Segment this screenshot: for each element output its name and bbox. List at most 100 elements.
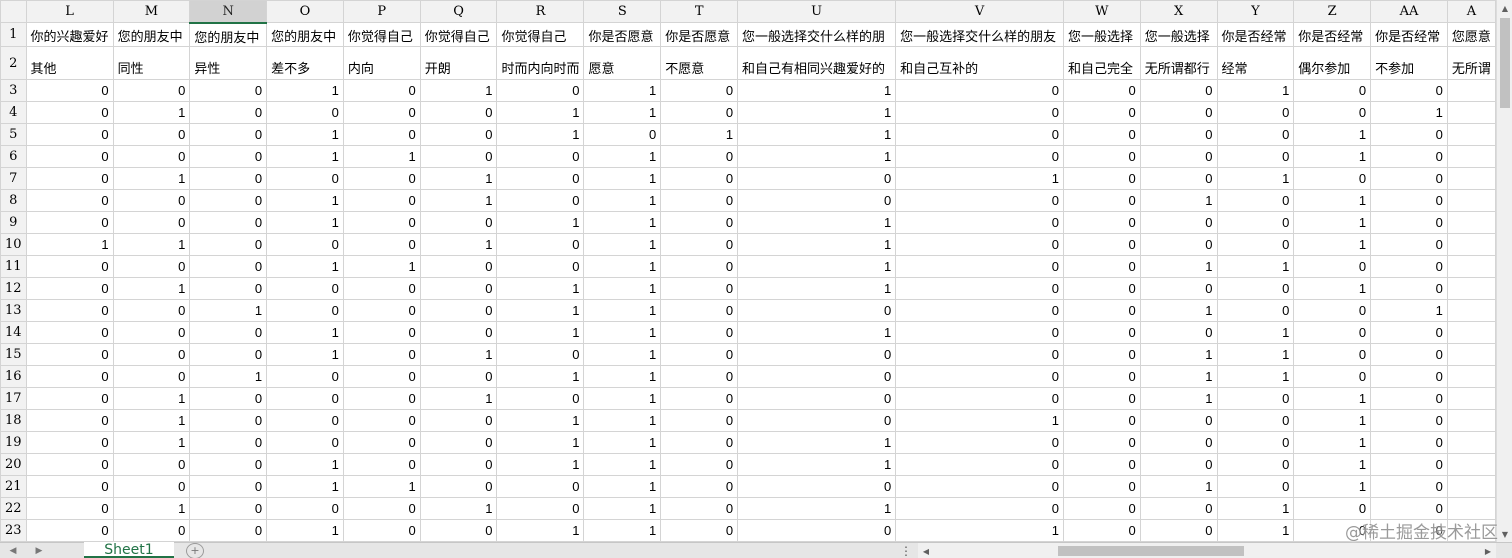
- cell-u[interactable]: 1: [737, 431, 897, 454]
- cell-p[interactable]: 1: [342, 475, 421, 498]
- cell-a[interactable]: [1446, 321, 1496, 344]
- cell-t[interactable]: 0: [660, 167, 739, 190]
- cell-o[interactable]: 0: [266, 365, 344, 388]
- cell-u[interactable]: 1: [737, 497, 897, 520]
- cell-u[interactable]: 0: [737, 299, 897, 322]
- cell-s[interactable]: 1: [583, 167, 662, 190]
- cell-v[interactable]: 0: [895, 189, 1064, 212]
- cell-a[interactable]: 您愿意: [1446, 22, 1496, 47]
- cell-u[interactable]: 0: [737, 343, 897, 366]
- cell-w[interactable]: 0: [1062, 431, 1141, 454]
- scroll-down-arrow-icon[interactable]: ▼: [1497, 526, 1512, 542]
- cell-n[interactable]: 您的朋友中: [189, 22, 268, 47]
- cell-m[interactable]: 1: [112, 101, 191, 124]
- cell-n[interactable]: 0: [189, 519, 268, 542]
- vertical-scrollbar[interactable]: ▲ ▼: [1496, 0, 1512, 542]
- cell-q[interactable]: 0: [419, 211, 498, 234]
- row-header[interactable]: 14: [0, 321, 27, 344]
- cell-v[interactable]: 0: [895, 123, 1064, 146]
- cell-w[interactable]: 0: [1062, 475, 1141, 498]
- cell-q[interactable]: 1: [419, 387, 498, 410]
- cell-o[interactable]: 0: [266, 101, 344, 124]
- cell-y[interactable]: 1: [1216, 255, 1295, 278]
- cell-n[interactable]: 0: [189, 277, 268, 300]
- column-header-v[interactable]: V: [895, 0, 1064, 23]
- cell-t[interactable]: 0: [660, 497, 739, 520]
- row-header[interactable]: 20: [0, 453, 27, 476]
- cell-x[interactable]: 0: [1139, 79, 1218, 102]
- cell-z[interactable]: 1: [1293, 145, 1372, 168]
- cell-x[interactable]: 0: [1139, 123, 1218, 146]
- cell-z[interactable]: 0: [1293, 255, 1372, 278]
- column-header-p[interactable]: P: [342, 0, 421, 23]
- cell-w[interactable]: 0: [1062, 79, 1141, 102]
- cell-a[interactable]: [1446, 453, 1496, 476]
- cell-l[interactable]: 0: [25, 255, 114, 278]
- column-header-s[interactable]: S: [583, 0, 662, 23]
- cell-z[interactable]: 1: [1293, 431, 1372, 454]
- cell-n[interactable]: 0: [189, 255, 268, 278]
- cell-o[interactable]: 1: [266, 475, 344, 498]
- cell-o[interactable]: 0: [266, 387, 344, 410]
- cell-z[interactable]: 1: [1293, 475, 1372, 498]
- cell-a[interactable]: [1446, 497, 1496, 520]
- cell-u[interactable]: 0: [737, 387, 897, 410]
- cell-o[interactable]: 1: [266, 519, 344, 542]
- cell-x[interactable]: 0: [1139, 497, 1218, 520]
- sheet-tab-sheet1[interactable]: Sheet1: [84, 542, 174, 558]
- cell-m[interactable]: 0: [112, 475, 191, 498]
- cell-z[interactable]: 1: [1293, 409, 1372, 432]
- cell-q[interactable]: 0: [419, 123, 498, 146]
- cell-t[interactable]: 0: [660, 365, 739, 388]
- cell-l[interactable]: 0: [25, 519, 114, 542]
- spreadsheet-grid[interactable]: L M N O P Q R S T U V W X Y Z AA A 1 你的兴趣爱好 您的朋友中 您的朋友中 您的朋友…: [0, 0, 1496, 542]
- cell-r[interactable]: 1: [496, 277, 585, 300]
- cell-p[interactable]: 0: [342, 277, 421, 300]
- cell-r[interactable]: 0: [496, 475, 585, 498]
- cell-n[interactable]: 异性: [189, 46, 268, 80]
- cell-q[interactable]: 开朗: [419, 46, 498, 80]
- cell-r[interactable]: 0: [496, 343, 585, 366]
- cell-aa[interactable]: 0: [1370, 211, 1448, 234]
- cell-s[interactable]: 1: [583, 277, 662, 300]
- cell-t[interactable]: 0: [660, 431, 739, 454]
- cell-l[interactable]: 0: [25, 299, 114, 322]
- cell-aa[interactable]: 1: [1370, 299, 1448, 322]
- cell-a[interactable]: [1446, 211, 1496, 234]
- cell-r[interactable]: 0: [496, 233, 585, 256]
- cell-u[interactable]: 1: [737, 145, 897, 168]
- cell-z[interactable]: 0: [1293, 365, 1372, 388]
- cell-l[interactable]: 0: [25, 475, 114, 498]
- cell-s[interactable]: 1: [583, 321, 662, 344]
- cell-s[interactable]: 1: [583, 365, 662, 388]
- cell-a[interactable]: [1446, 431, 1496, 454]
- cell-m[interactable]: 1: [112, 387, 191, 410]
- cell-p[interactable]: 0: [342, 343, 421, 366]
- cell-q[interactable]: 1: [419, 79, 498, 102]
- cell-a[interactable]: [1446, 233, 1496, 256]
- cell-a[interactable]: [1446, 365, 1496, 388]
- row-header[interactable]: 16: [0, 365, 27, 388]
- row-header[interactable]: 2: [0, 46, 27, 80]
- cell-s[interactable]: 1: [583, 387, 662, 410]
- cell-n[interactable]: 1: [189, 365, 268, 388]
- cell-y[interactable]: 0: [1216, 145, 1295, 168]
- cell-t[interactable]: 0: [660, 255, 739, 278]
- cell-v[interactable]: 1: [895, 167, 1064, 190]
- cell-y[interactable]: 0: [1216, 277, 1295, 300]
- cell-m[interactable]: 0: [112, 343, 191, 366]
- cell-p[interactable]: 内向: [342, 46, 421, 80]
- cell-v[interactable]: 0: [895, 343, 1064, 366]
- cell-a[interactable]: [1446, 123, 1496, 146]
- next-sheet-arrow-icon[interactable]: ▶: [28, 543, 50, 558]
- cell-x[interactable]: 1: [1139, 189, 1218, 212]
- cell-y[interactable]: 0: [1216, 123, 1295, 146]
- cell-p[interactable]: 0: [342, 387, 421, 410]
- cell-w[interactable]: 0: [1062, 497, 1141, 520]
- cell-n[interactable]: 0: [189, 167, 268, 190]
- cell-aa[interactable]: 0: [1370, 277, 1448, 300]
- cell-t[interactable]: 0: [660, 387, 739, 410]
- cell-o[interactable]: 1: [266, 255, 344, 278]
- cell-y[interactable]: 0: [1216, 431, 1295, 454]
- cell-a[interactable]: [1446, 475, 1496, 498]
